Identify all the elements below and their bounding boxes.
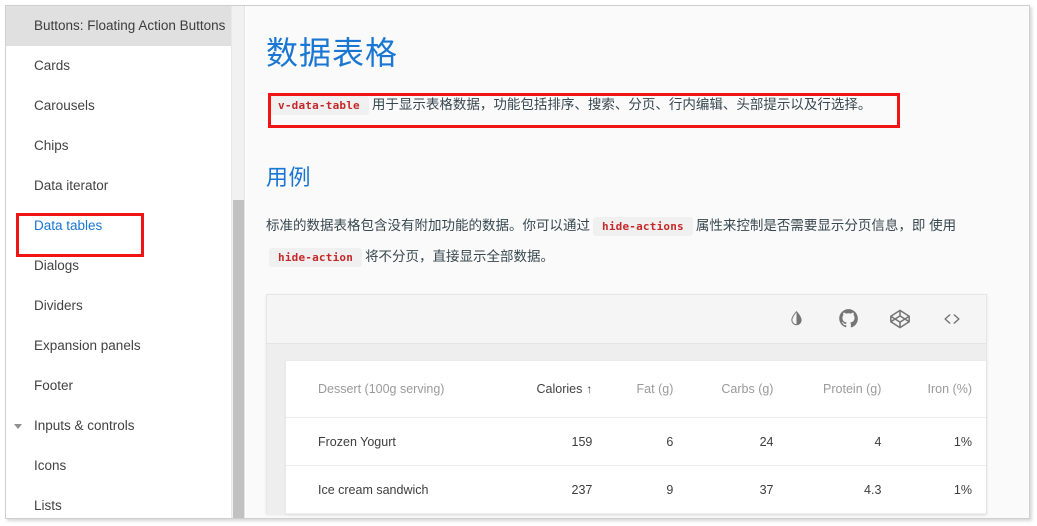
column-header-protein-g[interactable]: Protein (g) (787, 361, 895, 418)
column-header-label: Protein (g) (823, 382, 881, 396)
inline-code-hide-action: hide-action (269, 248, 362, 267)
usage-description: 标准的数据表格包含没有附加功能的数据。你可以通过hide-actions属性来控… (266, 210, 991, 272)
usage-text-part2: 属性来控制是否需要显示分页信息，即 使用 (696, 218, 956, 233)
table-cell: 24 (687, 418, 787, 466)
usage-text-part3: 将不分页，直接显示全部数据。 (365, 249, 554, 264)
page-title: 数据表格 (266, 35, 1011, 72)
sidebar-item-label: Data tables (34, 219, 102, 233)
sidebar-item-label: Buttons: Floating Action Buttons (34, 19, 225, 33)
sidebar-item-lists[interactable]: Lists (6, 486, 244, 518)
lead-paragraph: v-data-table用于显示表格数据，功能包括排序、搜索、分页、行内编辑、头… (266, 92, 1011, 118)
sidebar-item-data-tables[interactable]: Data tables (6, 206, 244, 246)
sidebar-item-label: Data iterator (34, 179, 108, 193)
column-header-dessert-100g-serving[interactable]: Dessert (100g serving) (286, 361, 502, 418)
sidebar-item-footer[interactable]: Footer (6, 366, 244, 406)
sidebar-item-label: Dividers (34, 299, 83, 313)
column-header-label: Iron (%) (928, 382, 972, 396)
section-title-usage: 用例 (266, 160, 1011, 192)
chevron-down-icon[interactable] (14, 424, 22, 429)
github-icon[interactable] (836, 307, 860, 331)
browser-content-frame: Buttons: Floating Action Buttons Cards Car… (5, 5, 1030, 519)
sidebar-item-chips[interactable]: Chips (6, 126, 244, 166)
data-table-header-row: Dessert (100g serving) Calories↑ Fat (g) Ca… (286, 361, 986, 418)
sidebar-navigation[interactable]: Buttons: Floating Action Buttons Cards Car… (6, 6, 245, 518)
sidebar-item-label: Inputs & controls (34, 419, 135, 433)
sidebar-item-label: Icons (34, 459, 66, 473)
sidebar-item-dialogs[interactable]: Dialogs (6, 246, 244, 286)
codepen-icon[interactable] (888, 307, 912, 331)
lead-text: 用于显示表格数据，功能包括排序、搜索、分页、行内编辑、头部提示以及行选择。 (372, 97, 872, 112)
sort-ascending-icon: ↑ (586, 382, 592, 396)
main-content: 数据表格 v-data-table用于显示表格数据，功能包括排序、搜索、分页、行… (246, 6, 1029, 518)
example-card: Dessert (100g serving) Calories↑ Fat (g) Ca… (266, 294, 987, 515)
column-header-label: Carbs (g) (721, 382, 773, 396)
table-row[interactable]: Frozen Yogurt15962441% (286, 418, 986, 466)
sidebar-item-label: Chips (34, 139, 69, 153)
table-cell: 6 (606, 418, 687, 466)
sidebar-item-list: Buttons: Floating Action Buttons Cards Car… (6, 6, 244, 518)
column-header-fat-g[interactable]: Fat (g) (606, 361, 687, 418)
table-cell: 1% (895, 466, 986, 514)
sidebar-item-cards[interactable]: Cards (6, 46, 244, 86)
example-card-body: Dessert (100g serving) Calories↑ Fat (g) Ca… (267, 344, 986, 515)
sidebar-item-label: Expansion panels (34, 339, 141, 353)
table-cell: 37 (687, 466, 787, 514)
sidebar-item-inputs-controls[interactable]: Inputs & controls (6, 406, 244, 446)
column-header-label: Calories (537, 382, 583, 396)
invert-colors-icon[interactable] (784, 307, 808, 331)
table-cell: 4 (787, 418, 895, 466)
table-cell: 4.3 (787, 466, 895, 514)
sidebar-scrollbar-thumb[interactable] (233, 200, 244, 518)
example-card-toolbar (267, 295, 986, 344)
sidebar-item-carousels[interactable]: Carousels (6, 86, 244, 126)
table-row[interactable]: Ice cream sandwich2379374.31% (286, 466, 986, 514)
code-brackets-icon[interactable] (940, 307, 964, 331)
data-table-head: Dessert (100g serving) Calories↑ Fat (g) Ca… (286, 361, 986, 418)
inline-code-hide-actions: hide-actions (593, 217, 693, 236)
table-cell: Frozen Yogurt (286, 418, 502, 466)
sidebar-scrollbar-track[interactable] (231, 6, 244, 518)
sidebar-item-label: Carousels (34, 99, 95, 113)
sidebar-item-label: Cards (34, 59, 70, 73)
data-table-body: Frozen Yogurt15962441%Ice cream sandwich… (286, 418, 986, 514)
column-header-carbs-g[interactable]: Carbs (g) (687, 361, 787, 418)
sidebar-item-label: Dialogs (34, 259, 79, 273)
sidebar-item-data-iterator[interactable]: Data iterator (6, 166, 244, 206)
table-cell: 159 (502, 418, 607, 466)
table-cell: 1% (895, 418, 986, 466)
sidebar-item-expansion-panels[interactable]: Expansion panels (6, 326, 244, 366)
column-header-label: Fat (g) (637, 382, 674, 396)
data-table: Dessert (100g serving) Calories↑ Fat (g) Ca… (286, 361, 986, 515)
table-cell: 237 (502, 466, 607, 514)
column-header-iron[interactable]: Iron (%) (895, 361, 986, 418)
table-cell: 9 (606, 466, 687, 514)
column-header-label: Dessert (100g serving) (318, 382, 444, 396)
data-table-surface: Dessert (100g serving) Calories↑ Fat (g) Ca… (285, 360, 986, 515)
sidebar-item-icons[interactable]: Icons (6, 446, 244, 486)
usage-text-part1: 标准的数据表格包含没有附加功能的数据。你可以通过 (266, 218, 590, 233)
sidebar-item-label: Footer (34, 379, 73, 393)
sidebar-item-dividers[interactable]: Dividers (6, 286, 244, 326)
column-header-calories[interactable]: Calories↑ (502, 361, 607, 418)
sidebar-item-label: Lists (34, 499, 62, 513)
inline-code-v-data-table: v-data-table (269, 96, 369, 115)
table-cell: Ice cream sandwich (286, 466, 502, 514)
sidebar-item-buttons-floating-action-buttons[interactable]: Buttons: Floating Action Buttons (6, 6, 244, 46)
